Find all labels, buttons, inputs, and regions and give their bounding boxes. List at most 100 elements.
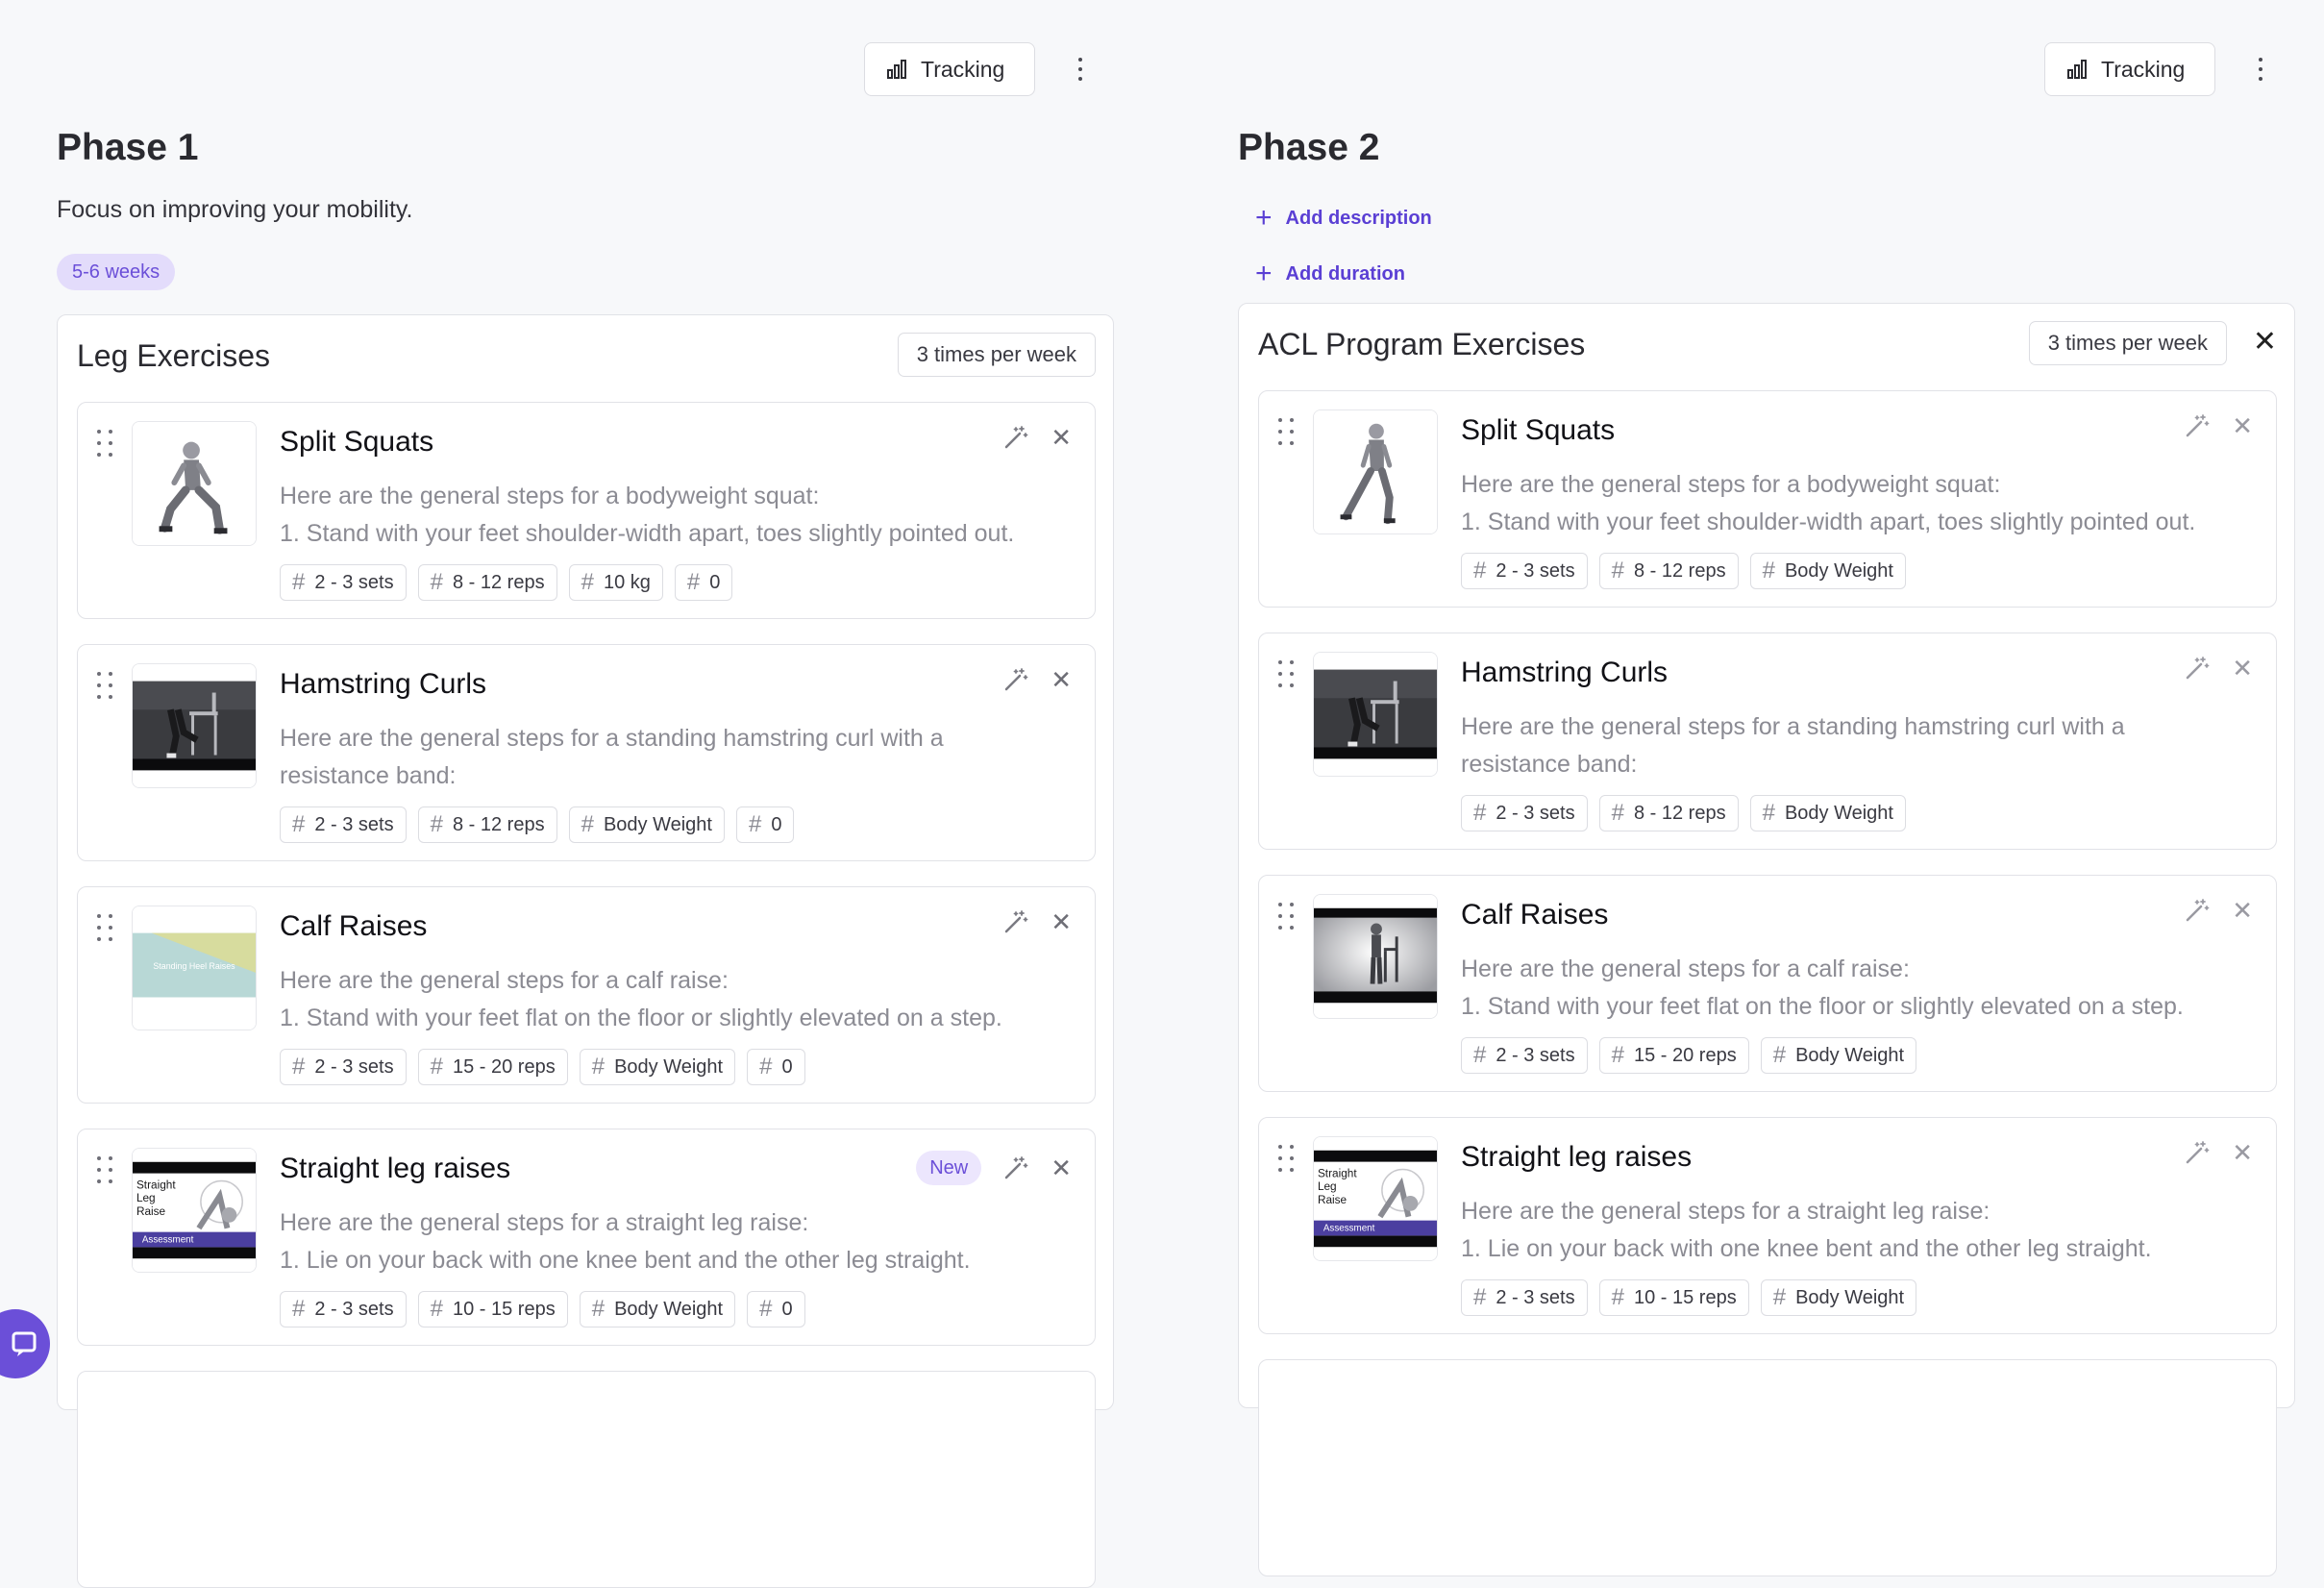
sets-chip[interactable]: #2 - 3 sets [280, 1049, 407, 1085]
exercise-card: Split Squats Here are the general steps … [1258, 390, 2277, 608]
exercise-title: Straight leg raises [280, 1153, 511, 1184]
sets-chip[interactable]: #2 - 3 sets [280, 1291, 407, 1327]
exercise-thumbnail[interactable]: Straight Leg Raise Assessment [132, 1148, 257, 1273]
chip-label: 10 - 15 reps [1633, 1286, 1737, 1308]
exercise-description: Here are the general steps for a straigh… [280, 1204, 1068, 1279]
weight-chip[interactable]: # Body Weight [579, 1291, 736, 1327]
exercise-description: Here are the general steps for a straigh… [1461, 1193, 2249, 1268]
reps-chip[interactable]: #8 - 12 reps [1598, 795, 1739, 831]
weight-chip[interactable]: # Body Weight [1760, 1037, 1917, 1074]
exercise-title: Hamstring Curls [280, 668, 487, 700]
hash-icon: # [591, 1296, 606, 1322]
hash-icon: # [430, 569, 443, 595]
reps-chip[interactable]: #8 - 12 reps [417, 806, 557, 843]
sets-chip[interactable]: #2 - 3 sets [1461, 553, 1588, 589]
drag-handle-icon[interactable] [97, 430, 114, 457]
chip-label: 0 [781, 1298, 793, 1320]
exercise-thumbnail[interactable] [132, 663, 257, 788]
chip-label: 15 - 20 reps [1633, 1044, 1737, 1066]
hash-icon: # [1772, 1284, 1787, 1310]
more-vertical-icon[interactable] [1067, 54, 1094, 85]
close-icon[interactable]: ✕ [1051, 667, 1072, 692]
reps-chip[interactable]: #15 - 20 reps [1598, 1037, 1749, 1074]
extra-chip[interactable]: #0 [674, 564, 733, 601]
close-icon[interactable]: ✕ [1051, 425, 1072, 450]
drag-handle-icon[interactable] [97, 672, 114, 699]
exercise-card: Split Squats Here are the general steps … [77, 402, 1096, 619]
straight-leg-raise-thumbnail: Straight Leg Raise Assessment [1314, 1137, 1437, 1260]
chip-label: 8 - 12 reps [1633, 802, 1726, 824]
magic-wand-icon[interactable] [2184, 412, 2211, 439]
extra-chip[interactable]: #0 [747, 1291, 805, 1327]
frequency-chip[interactable]: 3 times per week [2028, 321, 2227, 365]
close-icon[interactable]: ✕ [2253, 325, 2277, 359]
add-description-link[interactable]: + Add description [1255, 204, 1432, 233]
extra-chip[interactable]: #0 [747, 1049, 805, 1085]
magic-wand-icon[interactable] [1002, 1154, 1029, 1181]
close-icon[interactable]: ✕ [2232, 413, 2253, 438]
chip-label: Body Weight [1795, 1044, 1905, 1066]
sets-chip[interactable]: #2 - 3 sets [1461, 1279, 1588, 1316]
add-duration-link[interactable]: + Add duration [1255, 260, 1405, 288]
magic-wand-icon[interactable] [2184, 897, 2211, 924]
straight-leg-raise-thumbnail: Straight Leg Raise Assessment [133, 1149, 256, 1272]
hash-icon: # [1611, 558, 1624, 583]
weight-chip[interactable]: # Body Weight [579, 1049, 736, 1085]
thumbnail-line: Straight [1318, 1166, 1357, 1179]
exercise-chips: #2 - 3 sets #8 - 12 reps # Body Weight [1461, 795, 1906, 831]
weight-chip[interactable]: # Body Weight [1749, 553, 1906, 589]
magic-wand-icon[interactable] [1002, 666, 1029, 693]
description-line: Here are the general steps for a bodywei… [280, 483, 820, 509]
description-line: resistance band: [280, 762, 457, 789]
hash-icon: # [1473, 1042, 1487, 1068]
tracking-label: Tracking [2101, 56, 2186, 82]
exercise-thumbnail[interactable] [1313, 894, 1438, 1019]
exercise-thumbnail[interactable] [1313, 652, 1438, 777]
drag-handle-icon[interactable] [1278, 1145, 1296, 1172]
reps-chip[interactable]: #10 - 15 reps [417, 1291, 568, 1327]
close-icon[interactable]: ✕ [1051, 909, 1072, 934]
drag-handle-icon[interactable] [1278, 903, 1296, 930]
exercise-thumbnail[interactable] [1313, 409, 1438, 534]
drag-handle-icon[interactable] [97, 914, 114, 941]
reps-chip[interactable]: #8 - 12 reps [1598, 553, 1739, 589]
exercise-title: Split Squats [1461, 414, 1616, 446]
chat-bubble-icon[interactable] [0, 1309, 50, 1378]
close-icon[interactable]: ✕ [2232, 1140, 2253, 1165]
magic-wand-icon[interactable] [1002, 424, 1029, 451]
exercise-actions: ✕ [1002, 908, 1072, 935]
frequency-chip[interactable]: 3 times per week [897, 333, 1096, 377]
sets-chip[interactable]: #2 - 3 sets [280, 806, 407, 843]
drag-handle-icon[interactable] [1278, 418, 1296, 445]
sets-chip[interactable]: #2 - 3 sets [280, 564, 407, 601]
drag-handle-icon[interactable] [1278, 660, 1296, 687]
weight-chip[interactable]: # Body Weight [568, 806, 725, 843]
magic-wand-icon[interactable] [2184, 655, 2211, 682]
chip-label: 10 - 15 reps [452, 1298, 556, 1320]
thumbnail-line: Leg [136, 1191, 156, 1204]
hamstring-video-thumbnail [133, 664, 256, 787]
close-icon[interactable]: ✕ [1051, 1155, 1072, 1180]
group-title: Leg Exercises [77, 338, 270, 373]
sets-chip[interactable]: #2 - 3 sets [1461, 795, 1588, 831]
drag-handle-icon[interactable] [97, 1156, 114, 1183]
close-icon[interactable]: ✕ [2232, 898, 2253, 923]
weight-chip[interactable]: # Body Weight [1760, 1279, 1917, 1316]
reps-chip[interactable]: #8 - 12 reps [417, 564, 557, 601]
tracking-button[interactable]: Tracking [2044, 42, 2215, 96]
close-icon[interactable]: ✕ [2232, 656, 2253, 681]
sets-chip[interactable]: #2 - 3 sets [1461, 1037, 1588, 1074]
exercise-thumbnail[interactable]: Standing Heel Raises [132, 906, 257, 1030]
more-vertical-icon[interactable] [2247, 54, 2274, 85]
exercise-description: Here are the general steps for a standin… [280, 720, 1068, 795]
reps-chip[interactable]: #10 - 15 reps [1598, 1279, 1749, 1316]
exercise-thumbnail[interactable] [132, 421, 257, 546]
weight-chip[interactable]: # Body Weight [1749, 795, 1906, 831]
exercise-thumbnail[interactable]: Straight Leg Raise Assessment [1313, 1136, 1438, 1261]
tracking-button[interactable]: Tracking [864, 42, 1035, 96]
reps-chip[interactable]: #15 - 20 reps [417, 1049, 568, 1085]
extra-chip[interactable]: #0 [735, 806, 795, 843]
magic-wand-icon[interactable] [1002, 908, 1029, 935]
magic-wand-icon[interactable] [2184, 1139, 2211, 1166]
weight-chip[interactable]: #10 kg [568, 564, 663, 601]
